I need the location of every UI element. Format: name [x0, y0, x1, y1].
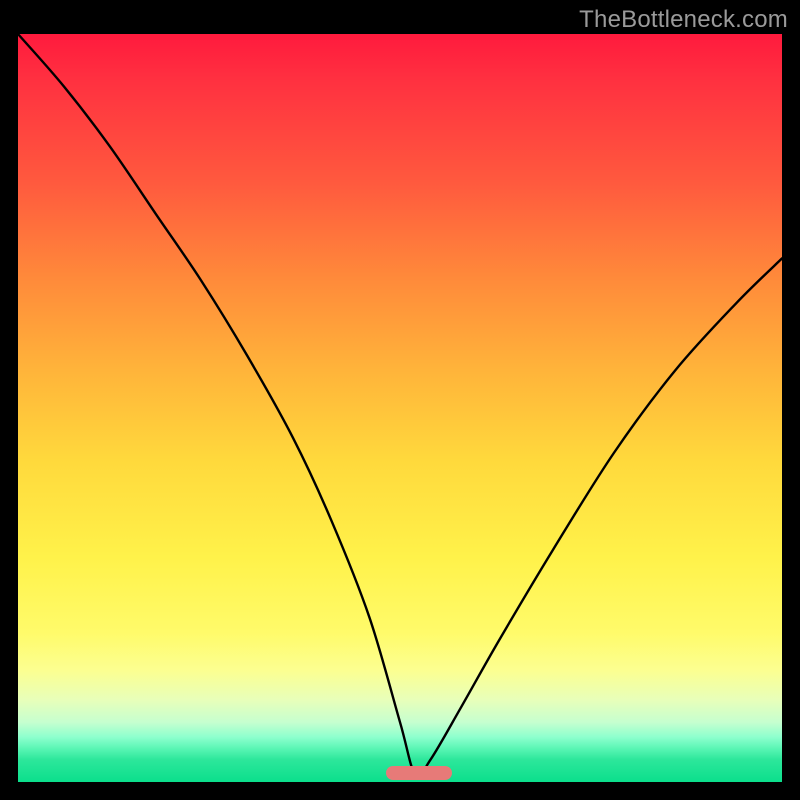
chart-frame: TheBottleneck.com: [0, 0, 800, 800]
plot-area: [18, 34, 782, 782]
watermark-text: TheBottleneck.com: [579, 6, 788, 34]
curve-path: [18, 34, 782, 776]
optimum-marker: [386, 766, 452, 780]
bottleneck-curve: [18, 34, 782, 782]
